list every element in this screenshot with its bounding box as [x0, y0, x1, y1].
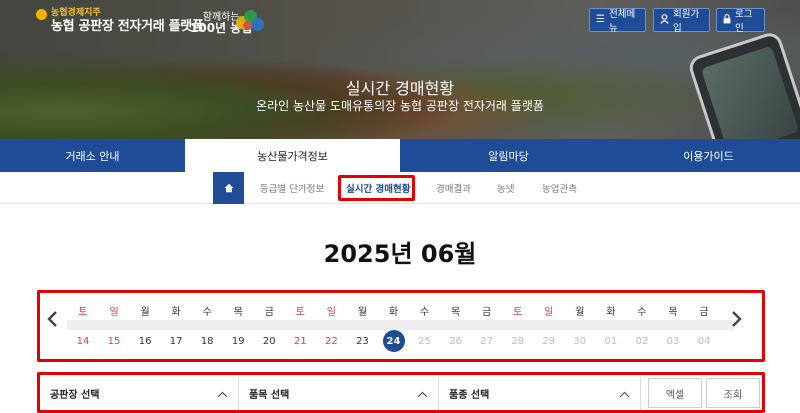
logo-main-text: 농협 공판장 전자거래 플랫폼	[51, 19, 204, 34]
login-button[interactable]: 로그인	[716, 8, 765, 34]
month-title: 2025년 06월	[323, 240, 477, 268]
hamburger-menu-icon: ☰	[596, 14, 605, 25]
highlight-box-subnav	[338, 175, 415, 201]
nav-exchange-info[interactable]: 거래소 안내	[0, 139, 185, 172]
nav-user-guide[interactable]: 이용가이드	[617, 139, 800, 172]
subnav-nongnet[interactable]: 농넷	[497, 181, 514, 195]
signup-button[interactable]: 회원가입	[653, 8, 710, 34]
subnav-grade-price[interactable]: 등급별 단가정보	[260, 181, 324, 195]
all-menu-button[interactable]: ☰ 전체메뉴	[589, 8, 646, 34]
highlight-box-filters	[37, 372, 765, 413]
page-title: 실시간 경매현황	[345, 79, 455, 98]
date-strip-calendar: 금목수화월일토금목수화월일토금목수화월일토 14 15 16 17 18 19 20 21 22…	[37, 290, 765, 362]
nh-logo[interactable]: 농협경제지주 농협 공판장 전자거래 플랫폼	[36, 8, 204, 35]
signup-label: 회원가입	[673, 9, 700, 34]
subnav-auction-result[interactable]: 경매결과	[436, 181, 471, 195]
highlight-box-calendar	[37, 290, 765, 362]
home-icon	[224, 183, 233, 193]
login-label: 로그인	[735, 9, 753, 34]
lock-icon	[723, 13, 731, 27]
slogan-circles-icon	[236, 10, 268, 34]
home-button[interactable]	[213, 172, 244, 204]
sub-nav: 등급별 단가정보 실시간 경매현황 경매결과 농넷 농업관측	[0, 172, 800, 204]
nav-price-info[interactable]: 농산물가격정보	[185, 139, 400, 172]
logo-small-text: 농협경제지주	[51, 8, 101, 18]
page-subtitle: 온라인 농산물 도매유통의장 농협 공판장 전자거래 플랫폼	[256, 99, 544, 113]
nav-notice[interactable]: 알림마당	[400, 139, 617, 172]
hero-banner: 농협경제지주 농협 공판장 전자거래 플랫폼 함께하는 100년 농협 ☰ 전체…	[0, 0, 800, 139]
all-menu-label: 전체메뉴	[608, 9, 636, 34]
filter-bar: 공판장 선택 품목 선택 품종 선택 엑셀 조회	[37, 372, 765, 413]
main-nav: 거래소 안내 농산물가격정보 알림마당 이용가이드	[0, 139, 800, 172]
nh-logo-icon	[36, 9, 47, 20]
subnav-agri-outlook[interactable]: 농업관측	[542, 181, 577, 195]
user-icon	[660, 13, 669, 27]
